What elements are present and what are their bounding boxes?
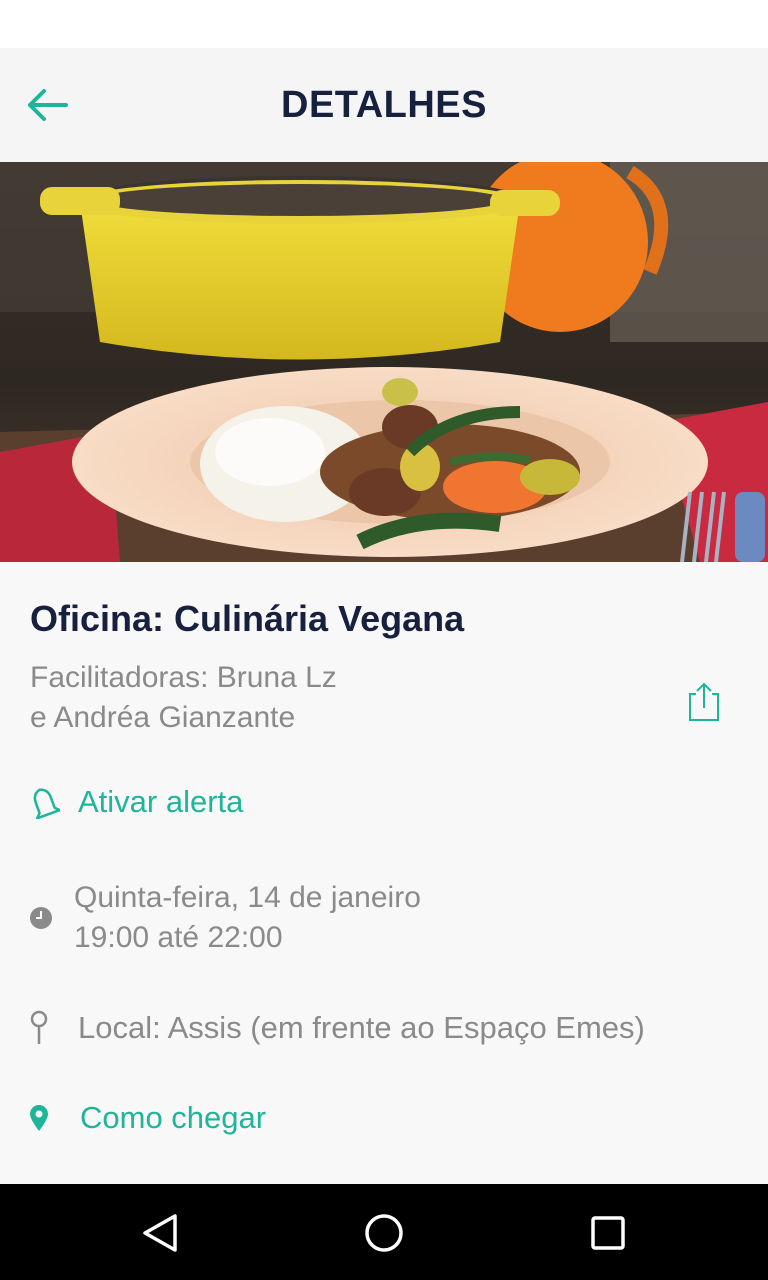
event-photo: [0, 162, 768, 562]
app-bar: DETALHES: [0, 48, 768, 162]
event-details: Oficina: Culinária Vegana Facilitadoras:…: [0, 562, 768, 1184]
bell-icon: [33, 788, 60, 819]
facilitators-line-1: Facilitadoras: Bruna Lz: [30, 661, 337, 694]
location-label: Local: Assis (em frente ao Espaço Emes): [78, 1010, 645, 1045]
activate-alert[interactable]: Ativar alerta: [28, 784, 243, 820]
system-nav-bar: [0, 1184, 768, 1280]
schedule-date: Quinta-feira, 14 de janeiro: [74, 881, 421, 914]
status-bar: [0, 0, 768, 48]
nav-recents-icon: [591, 1216, 625, 1250]
share-button[interactable]: [684, 680, 724, 724]
nav-back-icon: [143, 1214, 177, 1252]
location: Local: Assis (em frente ao Espaço Emes): [28, 1010, 645, 1046]
schedule: Quinta-feira, 14 de janeiro 19:00 até 22…: [28, 878, 421, 958]
nav-back-button[interactable]: [135, 1208, 185, 1258]
clock-icon: [30, 907, 52, 929]
schedule-text: Quinta-feira, 14 de janeiro 19:00 até 22…: [74, 878, 421, 958]
directions-label: Como chegar: [80, 1100, 267, 1135]
map-marker-icon: [30, 1105, 48, 1131]
alert-label: Ativar alerta: [78, 784, 244, 819]
nav-recents-button[interactable]: [583, 1208, 633, 1258]
schedule-time: 19:00 até 22:00: [74, 921, 283, 954]
pin-outline-icon: [30, 1010, 48, 1044]
directions-link[interactable]: Como chegar: [28, 1100, 266, 1136]
nav-home-button[interactable]: [359, 1208, 409, 1258]
event-title: Oficina: Culinária Vegana: [30, 598, 465, 639]
facilitators: Facilitadoras: Bruna Lz e Andréa Gianzan…: [30, 658, 337, 738]
page-title: DETALHES: [281, 84, 487, 126]
facilitators-line-2: e Andréa Gianzante: [30, 701, 296, 734]
share-icon: [689, 682, 719, 721]
nav-home-icon: [365, 1214, 403, 1252]
